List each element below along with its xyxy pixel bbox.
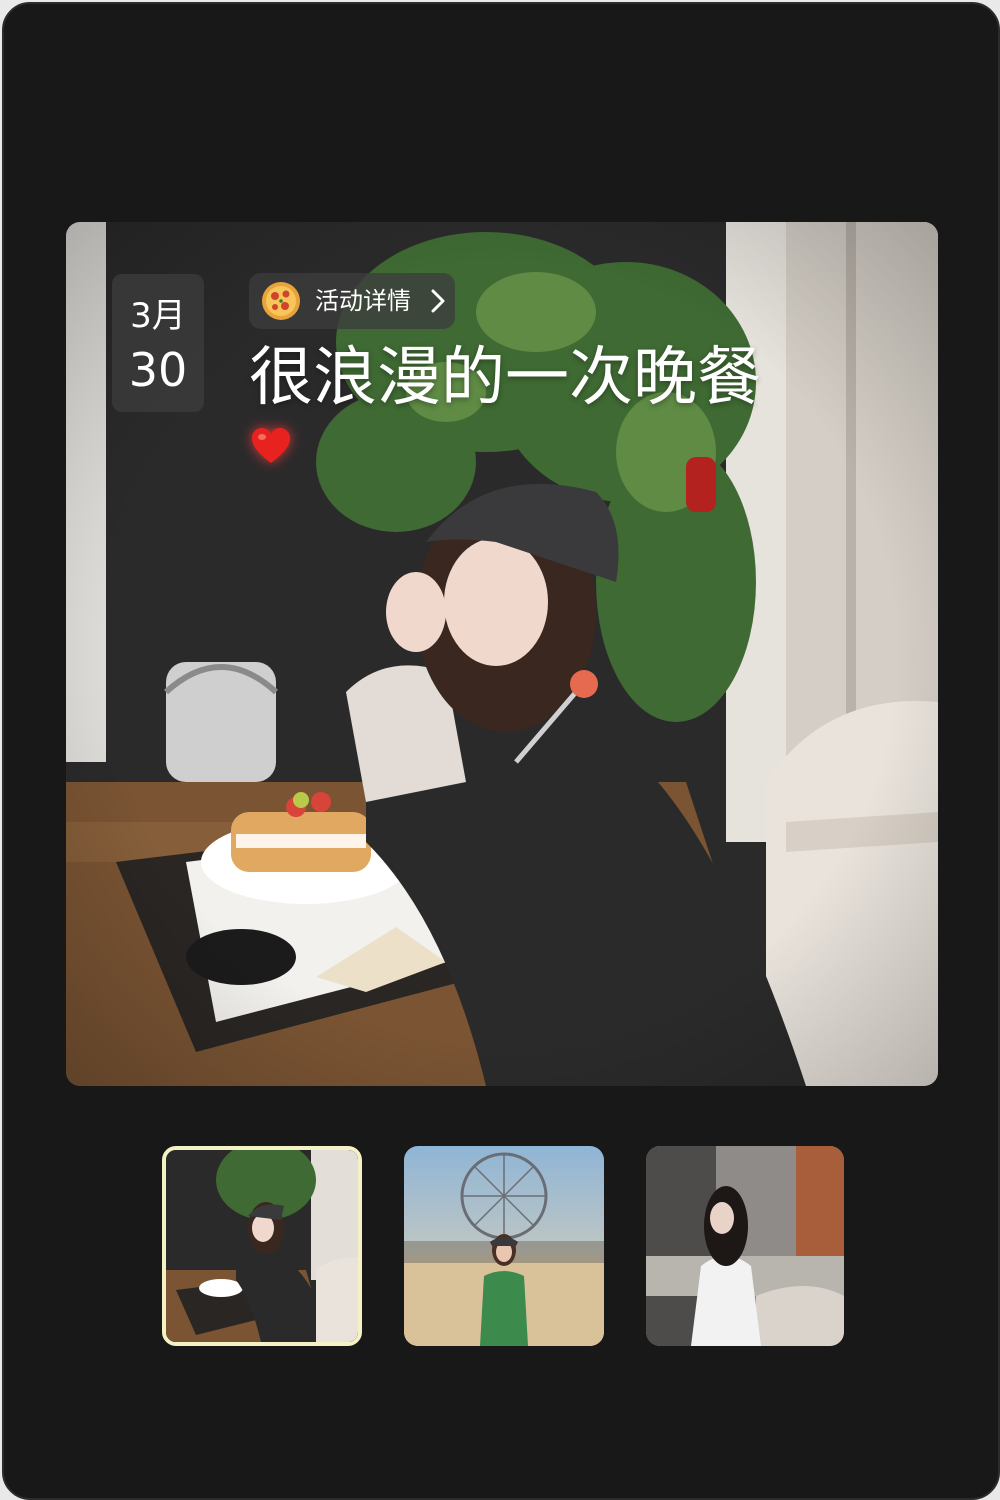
thumbnail-festival-image [404,1146,604,1346]
thumbnail-portrait[interactable] [646,1146,844,1346]
event-details-label: 活动详情 [315,287,411,315]
thumbnail-strip [4,1146,998,1346]
thumbnail-dinner-image [166,1150,358,1342]
main-photo[interactable]: 3月 30 活动详情 很浪漫的一次晚餐 [66,222,938,1086]
pizza-icon [262,282,300,320]
date-day: 30 [128,343,188,397]
event-details-button[interactable]: 活动详情 [249,273,455,329]
heart-icon [252,428,290,463]
event-title: 很浪漫的一次晚餐 [249,341,761,415]
app-frame: 3月 30 活动详情 很浪漫的一次晚餐 [2,2,1000,1500]
thumbnail-festival[interactable] [404,1146,604,1346]
date-badge: 3月 30 [112,274,204,412]
date-month: 3月 [130,296,186,336]
chevron-right-icon [431,289,445,313]
thumbnail-dinner[interactable] [162,1146,362,1346]
thumbnail-portrait-image [646,1146,844,1346]
